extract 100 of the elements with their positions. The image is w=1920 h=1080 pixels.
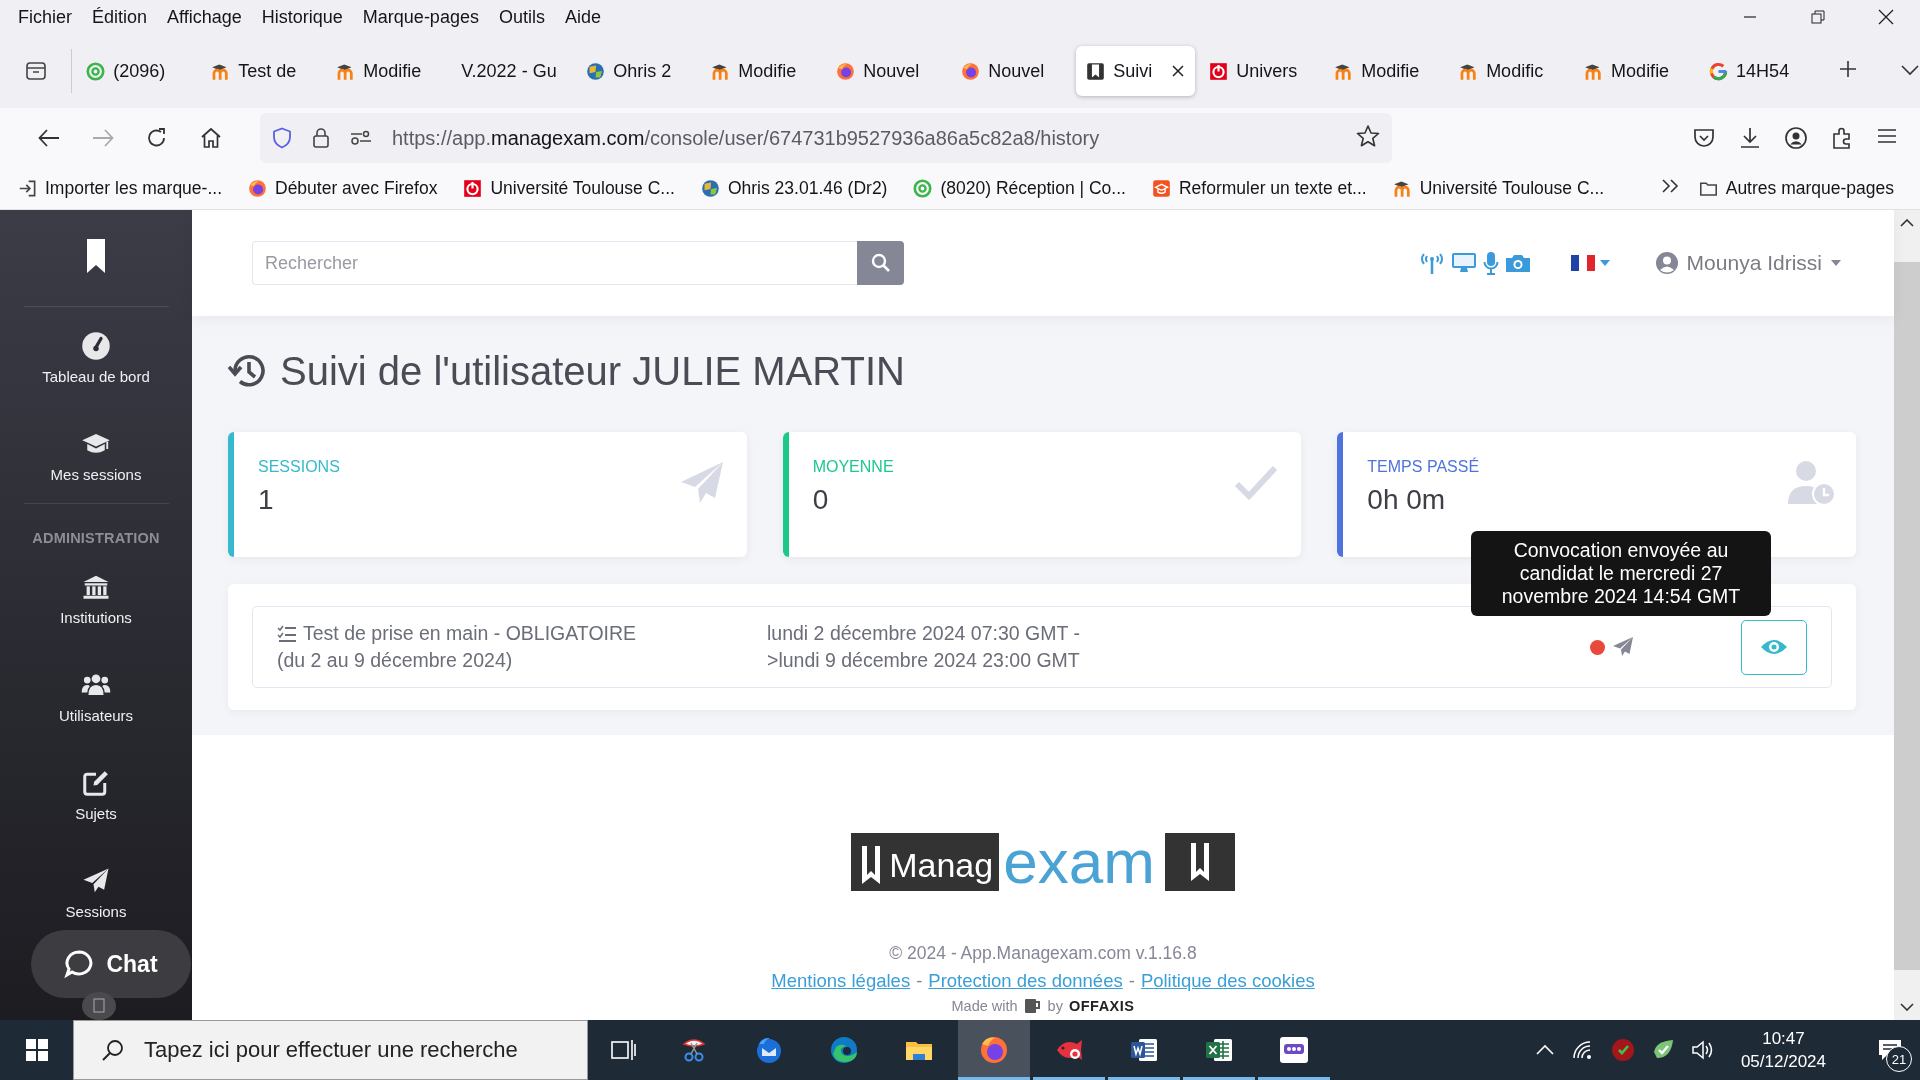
bookmark[interactable]: Reformuler un texte et...: [1151, 178, 1380, 199]
browser-tab[interactable]: Modifie: [1324, 46, 1446, 96]
fox-globe-icon: [836, 61, 856, 81]
windows-icon: [24, 1038, 49, 1062]
sidebar-item[interactable]: Tableau de bord: [42, 331, 150, 385]
close-icon[interactable]: [1171, 64, 1186, 78]
bookmark[interactable]: Université Toulouse C...: [1392, 178, 1618, 199]
download-icon[interactable]: [1738, 126, 1762, 150]
menu-item[interactable]: Historique: [251, 6, 353, 28]
menu-item[interactable]: Aide: [554, 6, 611, 28]
mortarboard-m-icon: [1334, 61, 1354, 81]
forward-icon: [92, 128, 114, 148]
browser-tab[interactable]: Univers: [1199, 46, 1321, 96]
shield-check-icon[interactable]: [1610, 1038, 1635, 1062]
browser-tab[interactable]: Modifie: [1574, 46, 1696, 96]
chat-bubble-icon: [64, 949, 95, 979]
brand-name[interactable]: OFFAXIS: [1068, 998, 1135, 1014]
pocket-icon[interactable]: [1692, 126, 1716, 150]
browser-tab[interactable]: Modifie: [326, 46, 448, 96]
chat-button[interactable]: Chat: [31, 930, 191, 998]
scroll-up-icon[interactable]: [1900, 219, 1914, 227]
restore-icon: [1811, 10, 1825, 24]
scrollbar-thumb[interactable]: [1894, 262, 1920, 970]
taskbar-clock[interactable]: 10:47 05/12/2024: [1740, 1028, 1826, 1072]
chevron-up-icon[interactable]: [1534, 1044, 1555, 1056]
bookmark[interactable]: Importer les marque-...: [18, 178, 235, 199]
search-button[interactable]: [857, 241, 904, 285]
monitor-icon: [1450, 251, 1477, 275]
browser-tab[interactable]: V.2022 - Gu: [451, 46, 573, 96]
microphone-icon: [1482, 251, 1499, 275]
chevron-down-icon[interactable]: [1900, 64, 1920, 76]
account-icon[interactable]: [1784, 126, 1808, 150]
tab-list-icon[interactable]: [23, 59, 48, 83]
back-icon[interactable]: [38, 128, 60, 148]
address-bar[interactable]: https://app.managexam.com/console/user/674731b9527936a86a5c82a8/history: [260, 113, 1392, 163]
bookmark-logo-icon[interactable]: [84, 238, 108, 274]
user-clock-icon: [1786, 458, 1834, 506]
search-field[interactable]: Rechercher: [252, 241, 857, 285]
close-icon: [1878, 9, 1894, 25]
browser-tab[interactable]: Test de: [201, 46, 323, 96]
globe-icon: [700, 179, 720, 198]
user-avatar-icon: [1654, 251, 1679, 275]
menu-item[interactable]: Affichage: [157, 6, 252, 28]
browser-tab[interactable]: Ohris 2: [576, 46, 698, 96]
browser-tab[interactable]: Nouvel: [826, 46, 948, 96]
browser-tab[interactable]: 14H54: [1699, 46, 1821, 96]
stat-value: 0: [812, 484, 830, 516]
made-with-text: Made with: [951, 998, 1018, 1014]
swirl-logo-icon: [828, 1034, 860, 1066]
language-selector[interactable]: [1570, 254, 1611, 272]
bookmark[interactable]: Ohris 23.01.46 (Dr2): [700, 178, 901, 199]
double-chevron-icon[interactable]: [1660, 178, 1681, 194]
task-view-icon[interactable]: [610, 1038, 636, 1062]
session-start: lundi 2 décembre 2024 07:30 GMT -: [767, 622, 1080, 645]
widget-icon[interactable]: [82, 992, 116, 1020]
edit-icon: [81, 768, 111, 798]
tooltip: Convocation envoyée au candidat le mercredi 27 novembre 2024 14:54 GMT: [1471, 531, 1771, 616]
browser-tab[interactable]: Modifie: [701, 46, 823, 96]
sidebar-item[interactable]: Institutions: [60, 572, 132, 626]
browser-tab[interactable]: Nouvel: [951, 46, 1073, 96]
menu-item[interactable]: Outils: [488, 6, 555, 28]
browser-tab[interactable]: Suivi: [1076, 46, 1196, 96]
menu-item[interactable]: Marque-pages: [352, 6, 489, 28]
power-icon: [1209, 61, 1229, 81]
sidebar-item[interactable]: Mes sessions: [50, 429, 142, 483]
new-tab-icon[interactable]: [1838, 59, 1859, 79]
copyright-text: © 2024 - App.Managexam.com v.1.16.8: [889, 943, 1197, 964]
home-icon[interactable]: [200, 127, 222, 149]
section-heading: ADMINISTRATION: [32, 530, 160, 546]
import-icon: [18, 179, 37, 198]
by-text: by: [1047, 998, 1063, 1014]
scroll-down-icon[interactable]: [1900, 1003, 1914, 1011]
separator: -: [1128, 970, 1135, 992]
bookmark[interactable]: (8020) Réception | Co...: [913, 178, 1139, 199]
ring-icon: [86, 61, 106, 81]
menu-item[interactable]: Édition: [82, 6, 158, 28]
fox-globe-icon: [961, 61, 981, 81]
mortarboard-m-icon: [1459, 61, 1479, 81]
bookmark-folder[interactable]: Autres marque-pages: [1698, 178, 1907, 199]
bookmark[interactable]: Débuter avec Firefox: [248, 178, 451, 199]
user-menu[interactable]: Mounya Idrissi: [1648, 250, 1848, 276]
star-icon[interactable]: [1356, 124, 1380, 148]
menu-icon[interactable]: [1876, 126, 1898, 146]
browser-tab[interactable]: (2096): [76, 46, 198, 96]
bookmark[interactable]: Université Toulouse C...: [463, 178, 688, 199]
caret-icon: [1830, 259, 1842, 267]
page-title: Suivi de l'utilisateur JULIE MARTIN: [280, 348, 905, 394]
mortarboard-icon: [1151, 179, 1171, 198]
sidebar-item[interactable]: Sujets: [75, 768, 117, 822]
taskbar-search-field[interactable]: Tapez ici pour effectuer une recherche: [73, 1020, 588, 1080]
sidebar-item[interactable]: Utilisateurs: [58, 670, 134, 724]
notification-button[interactable]: 21: [1860, 1020, 1920, 1080]
bookmark-icon: [1086, 61, 1106, 81]
stat-label: SESSIONS: [258, 458, 341, 476]
speaker-icon[interactable]: [1690, 1039, 1715, 1061]
reload-icon[interactable]: [146, 127, 168, 149]
sidebar-item[interactable]: Sessions: [65, 866, 127, 920]
fox-globe-icon: [978, 1034, 1010, 1066]
browser-tab[interactable]: Modific: [1449, 46, 1571, 96]
menu-item[interactable]: Fichier: [8, 6, 82, 28]
